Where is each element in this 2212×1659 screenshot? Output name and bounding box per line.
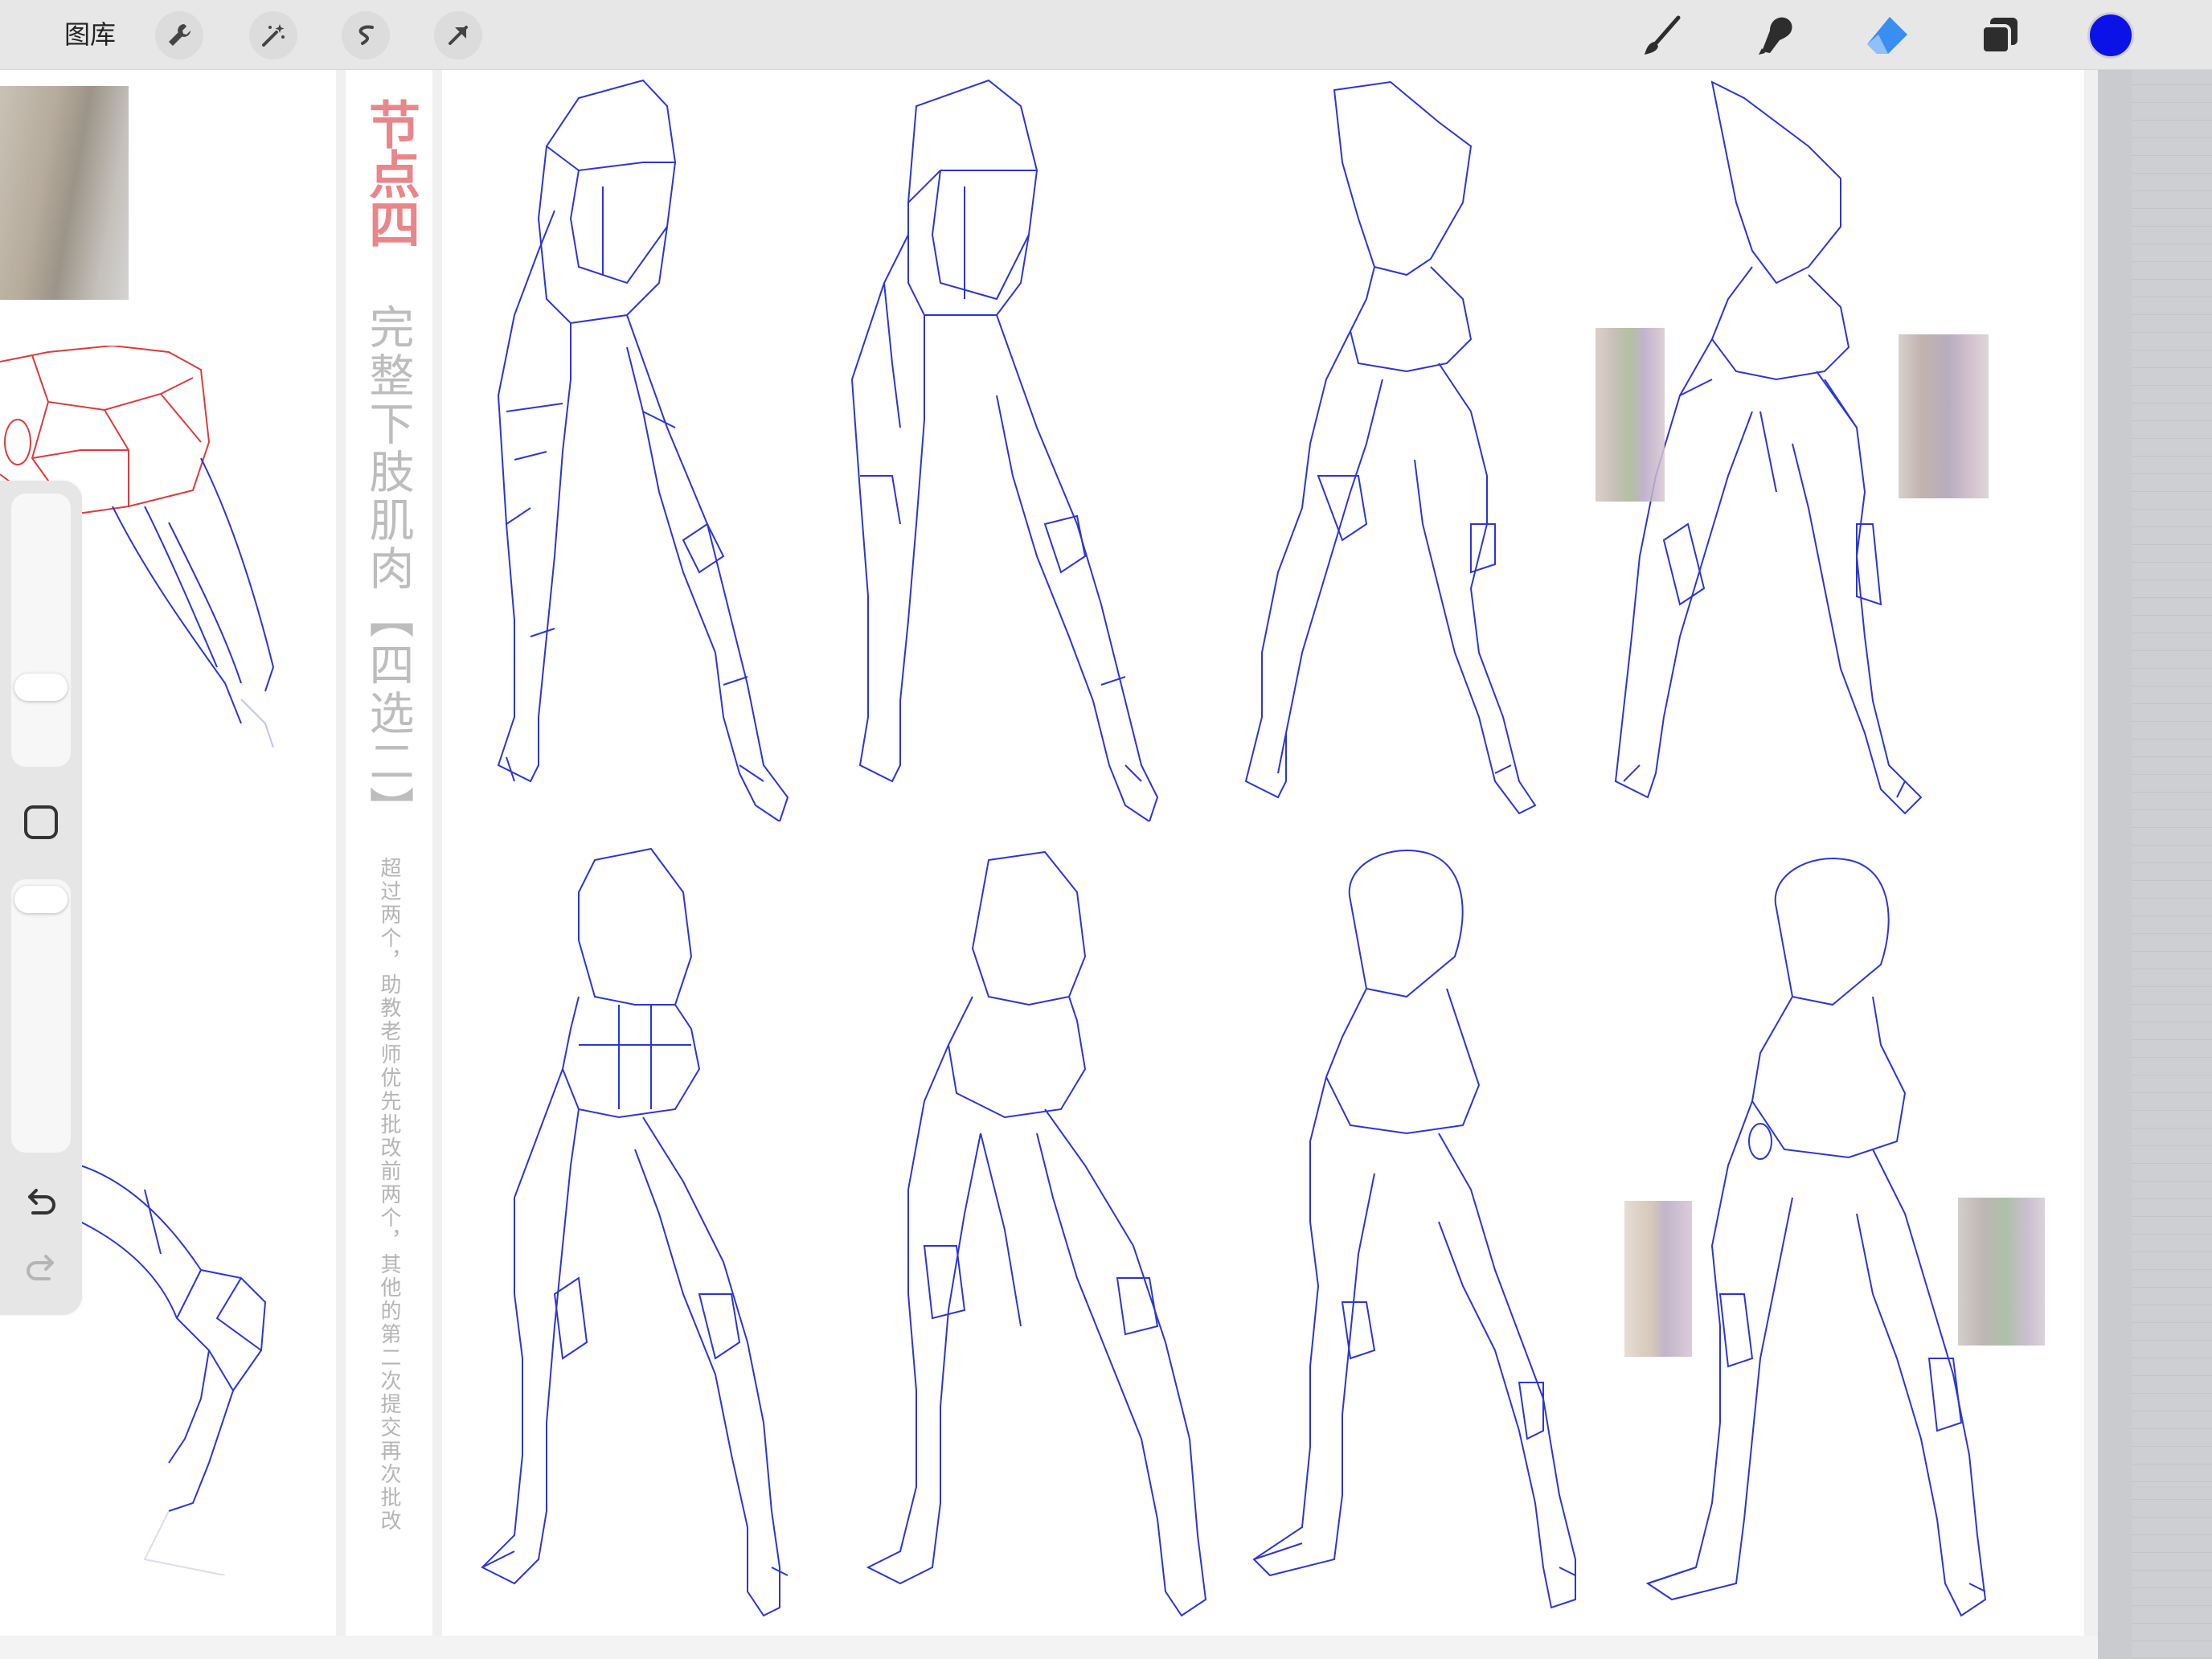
color-picker-button[interactable] — [2087, 12, 2134, 59]
magic-wand-icon — [262, 24, 285, 47]
smudge-icon — [1759, 17, 1792, 55]
undo-icon — [28, 1189, 55, 1215]
brush-button[interactable] — [1636, 10, 1688, 61]
panel-divider-end — [2084, 70, 2098, 1645]
opacity-thumb[interactable] — [14, 886, 68, 913]
brush-size-thumb[interactable] — [14, 674, 68, 701]
selection-icon — [358, 25, 374, 45]
eraser-icon — [1867, 17, 1907, 54]
selection-button[interactable] — [342, 11, 390, 59]
brush-icon — [1645, 15, 1681, 55]
panel-divider-right — [432, 70, 442, 1645]
wrench-icon — [169, 24, 190, 46]
brush-size-slider[interactable] — [11, 494, 71, 767]
layers-button[interactable] — [1974, 10, 2026, 61]
square-icon — [24, 805, 58, 839]
layers-icon — [1981, 18, 2017, 55]
top-toolbar: 图库 — [0, 0, 2212, 70]
gallery-button[interactable]: 图库 — [64, 16, 116, 53]
adjustments-button[interactable] — [249, 11, 297, 59]
redo-button[interactable] — [19, 1247, 63, 1291]
opacity-slider[interactable] — [11, 879, 71, 1153]
redo-icon — [27, 1255, 54, 1280]
actions-button[interactable] — [155, 11, 203, 59]
panel-divider-left — [336, 70, 346, 1645]
canvas-right-margin — [2098, 70, 2212, 1659]
reference-photo-1 — [1596, 328, 1665, 502]
page-subtitle: 完整下肢肌肉【四选二】 — [362, 304, 414, 834]
brush-sidebar — [0, 481, 82, 1315]
transform-arrow-icon — [449, 26, 468, 45]
leg-sketch-back-1 — [1244, 80, 1537, 815]
reference-photo-2 — [1899, 334, 1989, 498]
eraser-button[interactable] — [1862, 10, 1913, 61]
leg-sketch-front-2 — [850, 79, 1159, 821]
modify-button[interactable] — [19, 801, 63, 844]
grading-note: 超过两个，助教老师优先批改前两个，其他的第二次提交再次批改 — [377, 857, 401, 1533]
partial-sketch-knee — [80, 1165, 267, 1575]
undo-button[interactable] — [19, 1182, 63, 1225]
leg-sketch-back-3 — [1252, 850, 1576, 1609]
reference-photo-3 — [1624, 1201, 1692, 1357]
leg-sketch-front-4 — [866, 850, 1207, 1617]
reference-photo-back — [0, 86, 129, 300]
panel-bottom-edge — [0, 1636, 2098, 1659]
transform-button[interactable] — [434, 11, 482, 59]
leg-sketch-front-3 — [481, 847, 789, 1617]
page-title: 节点四 — [360, 98, 420, 248]
reference-photo-4 — [1958, 1198, 2045, 1346]
leg-sketch-front-1 — [497, 79, 789, 821]
smudge-button[interactable] — [1749, 10, 1800, 61]
